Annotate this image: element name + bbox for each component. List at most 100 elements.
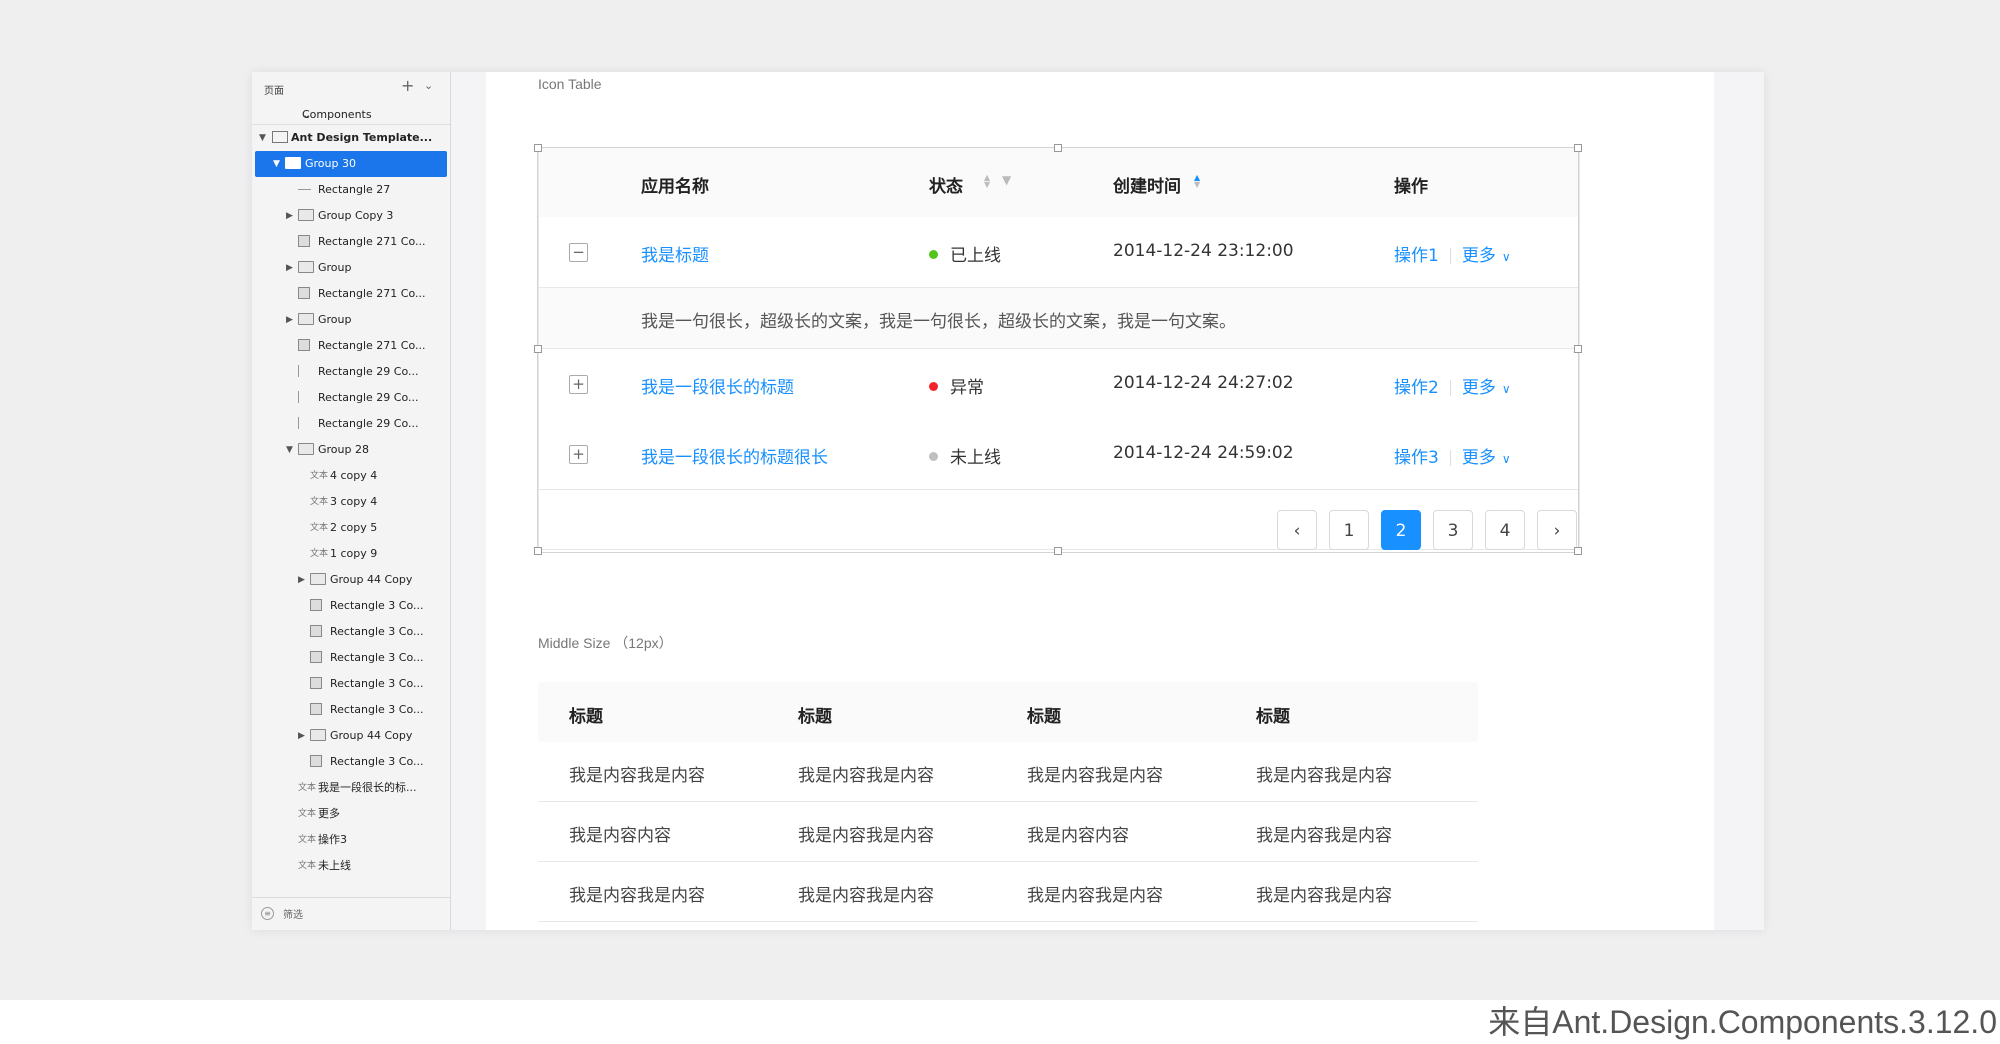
layer-item[interactable]: Rectangle 3 Co... xyxy=(252,697,450,723)
status-cell: 已上线 xyxy=(929,241,1001,266)
resize-handle[interactable] xyxy=(1054,144,1062,152)
resize-handle[interactable] xyxy=(1574,345,1582,353)
resize-handle[interactable] xyxy=(1054,547,1062,555)
layer-label: Group 44 Copy xyxy=(330,573,413,586)
next-page-button[interactable]: › xyxy=(1537,510,1577,550)
layer-item[interactable]: 文本 操作3 xyxy=(252,827,450,853)
expand-row-icon[interactable]: + xyxy=(569,375,588,394)
layer-item[interactable]: ▶ Group 44 Copy xyxy=(252,723,450,749)
layer-item[interactable]: 文本 1 copy 9 xyxy=(252,541,450,567)
layer-item[interactable]: Rectangle 271 Co... xyxy=(252,281,450,307)
resize-handle[interactable] xyxy=(1574,547,1582,555)
table-cell: 我是内容我是内容 xyxy=(1256,766,1392,786)
action-link[interactable]: 操作3 xyxy=(1394,448,1439,468)
layer-item[interactable]: Rectangle 29 Co... xyxy=(252,359,450,385)
line-icon xyxy=(298,177,311,203)
filter-icon: ≡ xyxy=(261,907,274,920)
more-dropdown[interactable]: 更多 ∨ xyxy=(1462,246,1511,266)
text-layer-icon: 文本 xyxy=(310,549,329,559)
layer-label: Rectangle 3 Co... xyxy=(330,677,424,690)
line-icon xyxy=(298,411,299,437)
disclosure-down-icon[interactable]: ▼ xyxy=(273,151,280,177)
expanded-row-text: 我是一句很长，超级长的文案，我是一句很长，超级长的文案，我是一句文案。 xyxy=(641,312,1236,332)
column-header: 标题 xyxy=(1027,707,1061,727)
layer-item[interactable]: 文本 更多 xyxy=(252,801,450,827)
folder-icon xyxy=(310,567,326,593)
expand-row-icon[interactable]: + xyxy=(569,445,588,464)
status-dot-icon xyxy=(929,451,938,461)
layer-item[interactable]: 文本 3 copy 4 xyxy=(252,489,450,515)
layer-item[interactable]: Rectangle 27 xyxy=(252,177,450,203)
row-title-link[interactable]: 我是一段很长的标题很长 xyxy=(641,443,828,468)
layer-item[interactable]: ▼ Group 28 xyxy=(252,437,450,463)
action-link[interactable]: 操作1 xyxy=(1394,246,1439,266)
table-cell: 我是内容我是内容 xyxy=(1256,886,1392,906)
more-dropdown[interactable]: 更多 ∨ xyxy=(1462,448,1511,468)
layer-item[interactable]: Rectangle 3 Co... xyxy=(252,619,450,645)
layer-item[interactable]: Rectangle 3 Co... xyxy=(252,645,450,671)
icon-table: 应用名称 状态 ▲ ▼ ▼ 创建时间 ▲ ▼ 操作 − 我是标题 已上线 2014-… xyxy=(538,147,1580,550)
status-text: 未上线 xyxy=(950,448,1001,468)
table-row: − 我是标题 已上线 2014-12-24 23:12:00 操作1 更多 ∨ xyxy=(539,217,1579,288)
column-header: 标题 xyxy=(798,707,832,727)
disclosure-down-icon[interactable]: ▼ xyxy=(259,125,266,151)
layer-item[interactable]: Rectangle 271 Co... xyxy=(252,333,450,359)
filter-icon[interactable]: ▼ xyxy=(1002,173,1011,187)
chevron-down-icon: ∨ xyxy=(1501,250,1511,264)
resize-handle[interactable] xyxy=(534,547,542,555)
layer-label: Group 30 xyxy=(305,157,356,170)
folder-icon xyxy=(285,151,301,177)
resize-handle[interactable] xyxy=(534,345,542,353)
layer-item[interactable]: 文本 2 copy 5 xyxy=(252,515,450,541)
sort-icon[interactable]: ▲ ▼ xyxy=(1194,174,1200,189)
layer-item[interactable]: ▶ Group 44 Copy xyxy=(252,567,450,593)
more-dropdown[interactable]: 更多 ∨ xyxy=(1462,378,1511,398)
disclosure-right-icon[interactable]: ▶ xyxy=(298,567,305,593)
sort-icon[interactable]: ▲ ▼ xyxy=(984,174,990,189)
table-cell: 我是内容内容 xyxy=(1027,826,1129,846)
table-row: 我是内容我是内容 我是内容我是内容 我是内容我是内容 我是内容我是内容 xyxy=(538,862,1478,922)
actions-cell: 操作2 更多 ∨ xyxy=(1394,373,1511,398)
rectangle-icon xyxy=(298,229,310,255)
prev-page-button[interactable]: ‹ xyxy=(1277,510,1317,550)
layer-item[interactable]: 文本 未上线 xyxy=(252,853,450,879)
text-layer-icon: 文本 xyxy=(298,809,317,819)
page-selector[interactable]: Components ⌄ xyxy=(252,102,450,125)
layer-item[interactable]: Rectangle 29 Co... xyxy=(252,385,450,411)
layers-sidebar: 页面 + ⌄ Components ⌄ ▼ Ant Design Templat… xyxy=(252,72,451,930)
collapse-row-icon[interactable]: − xyxy=(569,243,588,262)
resize-handle[interactable] xyxy=(1574,144,1582,152)
layer-item[interactable]: ▶ Group xyxy=(252,255,450,281)
disclosure-right-icon[interactable]: ▶ xyxy=(286,255,293,281)
layer-item[interactable]: ▶ Group xyxy=(252,307,450,333)
layer-item[interactable]: ▶ Group Copy 3 xyxy=(252,203,450,229)
layer-item[interactable]: Rectangle 29 Co... xyxy=(252,411,450,437)
layer-item[interactable]: 文本 我是一段很长的标... xyxy=(252,775,450,801)
page-button-3[interactable]: 3 xyxy=(1433,510,1473,550)
text-layer-icon: 文本 xyxy=(298,783,317,793)
disclosure-right-icon[interactable]: ▶ xyxy=(286,203,293,229)
layer-root[interactable]: ▼ Ant Design Template... xyxy=(252,125,450,151)
chevron-down-icon[interactable]: ⌄ xyxy=(424,79,433,92)
add-page-icon[interactable]: + xyxy=(401,76,414,95)
action-link[interactable]: 操作2 xyxy=(1394,378,1439,398)
disclosure-down-icon[interactable]: ▼ xyxy=(286,437,293,463)
resize-handle[interactable] xyxy=(534,144,542,152)
page-button-2[interactable]: 2 xyxy=(1381,510,1421,550)
layer-item[interactable]: Rectangle 271 Co... xyxy=(252,229,450,255)
rectangle-icon xyxy=(298,333,310,359)
page-button-1[interactable]: 1 xyxy=(1329,510,1369,550)
page-button-4[interactable]: 4 xyxy=(1485,510,1525,550)
layer-item[interactable]: ▼ Group 30 xyxy=(255,151,447,177)
layer-item[interactable]: 文本 4 copy 4 xyxy=(252,463,450,489)
disclosure-right-icon[interactable]: ▶ xyxy=(298,723,305,749)
row-title-link[interactable]: 我是一段很长的标题 xyxy=(641,373,794,398)
filter-bar[interactable]: ≡ 筛选 xyxy=(252,897,450,930)
layer-item[interactable]: Rectangle 3 Co... xyxy=(252,593,450,619)
disclosure-right-icon[interactable]: ▶ xyxy=(286,307,293,333)
layer-item[interactable]: Rectangle 3 Co... xyxy=(252,749,450,775)
row-title-link[interactable]: 我是标题 xyxy=(641,241,709,266)
status-cell: 异常 xyxy=(929,373,984,398)
layer-item[interactable]: Rectangle 3 Co... xyxy=(252,671,450,697)
layer-label: 2 copy 5 xyxy=(330,521,378,534)
